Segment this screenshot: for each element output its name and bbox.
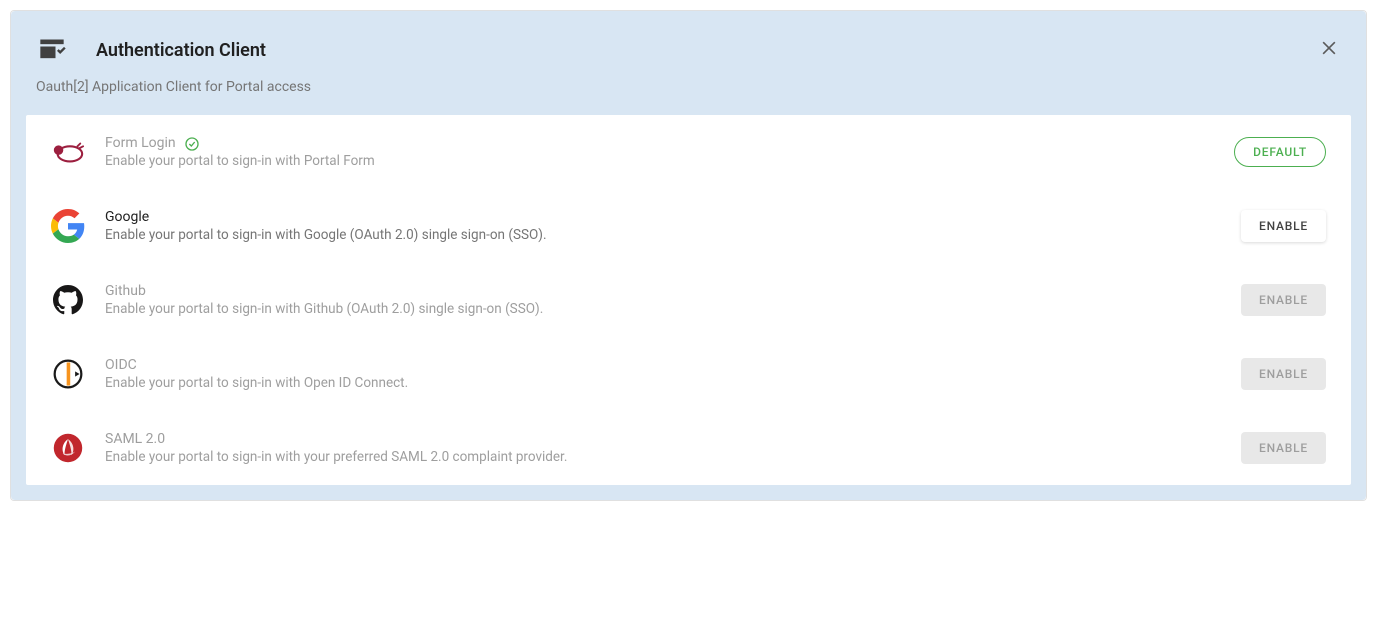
panel-header: Authentication Client bbox=[26, 26, 1351, 79]
provider-desc: Enable your portal to sign-in with Googl… bbox=[105, 227, 1221, 243]
provider-desc: Enable your portal to sign-in with Porta… bbox=[105, 153, 1214, 169]
default-badge: DEFAULT bbox=[1234, 137, 1326, 167]
provider-list: Form Login Enable your portal to sign-in… bbox=[26, 115, 1351, 485]
panel-title: Authentication Client bbox=[96, 40, 266, 61]
check-icon bbox=[184, 136, 200, 152]
main-container: Authentication Client Oauth[2] Applicati… bbox=[10, 10, 1367, 501]
provider-title: Github bbox=[105, 283, 1221, 299]
close-button[interactable] bbox=[1317, 36, 1341, 60]
provider-content: Google Enable your portal to sign-in wit… bbox=[105, 209, 1221, 243]
provider-item-github: Github Enable your portal to sign-in wit… bbox=[26, 263, 1351, 337]
provider-desc: Enable your portal to sign-in with Open … bbox=[105, 375, 1221, 391]
saml-icon bbox=[51, 431, 85, 465]
provider-desc: Enable your portal to sign-in with Githu… bbox=[105, 301, 1221, 317]
provider-item-oidc: OIDC Enable your portal to sign-in with … bbox=[26, 337, 1351, 411]
provider-title: SAML 2.0 bbox=[105, 431, 1221, 447]
title-row: Form Login bbox=[105, 135, 1214, 153]
provider-content: Form Login Enable your portal to sign-in… bbox=[105, 135, 1214, 169]
provider-item-form-login: Form Login Enable your portal to sign-in… bbox=[26, 115, 1351, 189]
form-login-icon bbox=[51, 135, 85, 169]
enable-button-saml: ENABLE bbox=[1241, 432, 1326, 464]
enable-button-google[interactable]: ENABLE bbox=[1241, 210, 1326, 242]
google-icon bbox=[51, 209, 85, 243]
provider-content: Github Enable your portal to sign-in wit… bbox=[105, 283, 1221, 317]
auth-client-icon bbox=[38, 36, 66, 64]
panel-subtitle: Oauth[2] Application Client for Portal a… bbox=[26, 79, 1351, 115]
provider-title: OIDC bbox=[105, 357, 1221, 373]
github-icon bbox=[51, 283, 85, 317]
enable-button-github: ENABLE bbox=[1241, 284, 1326, 316]
auth-panel: Authentication Client Oauth[2] Applicati… bbox=[11, 11, 1366, 500]
provider-title: Form Login bbox=[105, 135, 176, 151]
provider-desc: Enable your portal to sign-in with your … bbox=[105, 449, 1221, 465]
enable-button-oidc: ENABLE bbox=[1241, 358, 1326, 390]
provider-title: Google bbox=[105, 209, 1221, 225]
oidc-icon bbox=[51, 357, 85, 391]
provider-item-google: Google Enable your portal to sign-in wit… bbox=[26, 189, 1351, 263]
provider-item-saml: SAML 2.0 Enable your portal to sign-in w… bbox=[26, 411, 1351, 485]
provider-content: OIDC Enable your portal to sign-in with … bbox=[105, 357, 1221, 391]
provider-content: SAML 2.0 Enable your portal to sign-in w… bbox=[105, 431, 1221, 465]
